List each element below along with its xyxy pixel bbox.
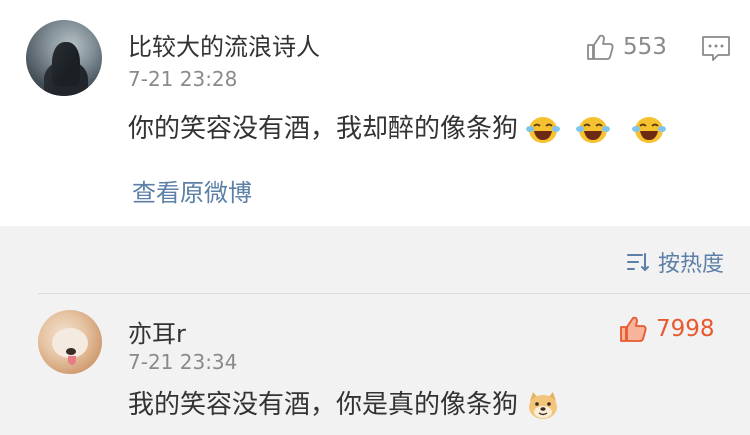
comment-like-button[interactable]: 7998 xyxy=(618,314,715,344)
main-post: 比较大的流浪诗人 7-21 23:28 553 你的笑容没有酒，我却醉的像条狗 xyxy=(0,0,750,226)
thumbs-up-icon xyxy=(620,316,647,342)
dog-tongue xyxy=(68,356,76,365)
comment-username[interactable]: 亦耳r xyxy=(128,314,186,349)
comment-text-content: 我的笑容没有酒，你是真的像条狗 xyxy=(128,390,519,420)
post-like-button[interactable]: 553 xyxy=(585,32,667,62)
avatar[interactable] xyxy=(26,20,102,96)
comment-avatar[interactable] xyxy=(38,310,102,374)
post-text-content: 你的笑容没有酒，我却醉的像条狗 xyxy=(128,114,519,144)
sort-icon xyxy=(626,253,649,271)
comment-icon[interactable] xyxy=(701,35,731,63)
divider xyxy=(38,293,750,294)
sort-label: 按热度 xyxy=(657,252,724,277)
post-text: 你的笑容没有酒，我却醉的像条狗 xyxy=(128,108,673,145)
thumbs-up-icon xyxy=(587,34,614,60)
laugh-cry-emoji-icon xyxy=(631,116,666,143)
dog-nose xyxy=(66,348,76,355)
post-username[interactable]: 比较大的流浪诗人 xyxy=(128,27,320,62)
comment-text: 我的笑容没有酒，你是真的像条狗 xyxy=(128,384,560,421)
view-original-link[interactable]: 查看原微博 xyxy=(132,173,252,208)
sort-button[interactable]: 按热度 xyxy=(626,246,724,278)
avatar-mist xyxy=(26,20,102,96)
laugh-cry-emoji-icon xyxy=(526,116,561,143)
comment-like-count: 7998 xyxy=(656,316,715,342)
post-timestamp: 7-21 23:28 xyxy=(128,67,238,91)
doge-emoji-icon xyxy=(529,391,558,419)
comment-timestamp: 7-21 23:34 xyxy=(128,350,238,374)
post-like-count: 553 xyxy=(623,34,667,60)
laugh-cry-emoji-icon xyxy=(575,116,610,143)
